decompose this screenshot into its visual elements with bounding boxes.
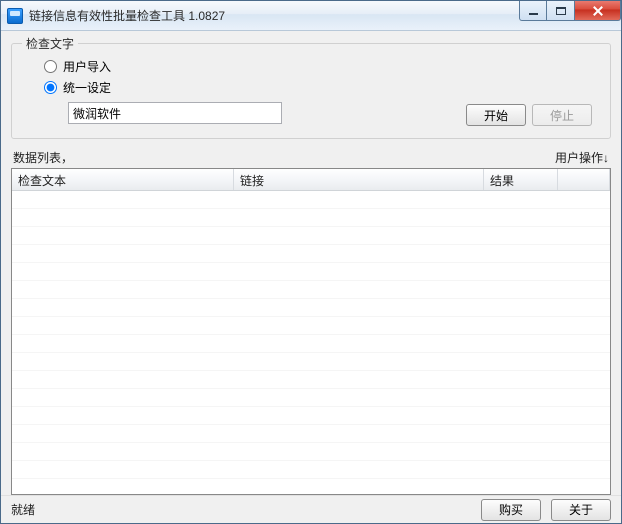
close-button[interactable] <box>575 1 621 21</box>
radio-user-import-label: 用户导入 <box>63 58 111 75</box>
titlebar[interactable]: 链接信息有效性批量检查工具 1.0827 <box>1 1 621 31</box>
window-title: 链接信息有效性批量检查工具 1.0827 <box>29 7 225 24</box>
maximize-icon <box>556 7 566 15</box>
table-body[interactable] <box>12 191 610 494</box>
radio-row-unified[interactable]: 统一设定 <box>44 79 598 96</box>
statusbar-buttons: 购买 关于 <box>481 499 611 521</box>
radio-row-user-import[interactable]: 用户导入 <box>44 58 598 75</box>
column-header-extra[interactable] <box>558 169 610 190</box>
start-button[interactable]: 开始 <box>466 104 526 126</box>
data-table[interactable]: 检查文本 链接 结果 <box>11 168 611 495</box>
stop-button[interactable]: 停止 <box>532 104 592 126</box>
radio-user-import[interactable] <box>44 60 57 73</box>
about-button[interactable]: 关于 <box>551 499 611 521</box>
status-bar: 就绪 购买 关于 <box>1 495 621 523</box>
client-area: 检查文字 用户导入 统一设定 开始 停止 数据列表， 用户操作↓ 检查文本 链接 <box>1 31 621 495</box>
radio-unified[interactable] <box>44 81 57 94</box>
maximize-button[interactable] <box>547 1 575 21</box>
minimize-button[interactable] <box>519 1 547 21</box>
buy-button[interactable]: 购买 <box>481 499 541 521</box>
close-icon <box>592 5 604 17</box>
table-header: 检查文本 链接 结果 <box>12 169 610 191</box>
column-header-link[interactable]: 链接 <box>234 169 484 190</box>
check-text-group: 检查文字 用户导入 统一设定 开始 停止 <box>11 43 611 139</box>
unified-text-input[interactable] <box>68 102 282 124</box>
data-list-label: 数据列表， <box>13 149 73 166</box>
app-window: 链接信息有效性批量检查工具 1.0827 检查文字 用户导入 统一设定 开始 停… <box>0 0 622 524</box>
minimize-icon <box>529 13 538 15</box>
radio-unified-label: 统一设定 <box>63 79 111 96</box>
app-icon <box>7 8 23 24</box>
column-header-result[interactable]: 结果 <box>484 169 558 190</box>
action-buttons: 开始 停止 <box>466 104 592 126</box>
status-text: 就绪 <box>11 501 35 518</box>
labels-row: 数据列表， 用户操作↓ <box>13 149 609 166</box>
user-op-label: 用户操作↓ <box>555 149 609 166</box>
window-controls <box>519 1 621 21</box>
group-legend: 检查文字 <box>22 35 78 52</box>
column-header-text[interactable]: 检查文本 <box>12 169 234 190</box>
